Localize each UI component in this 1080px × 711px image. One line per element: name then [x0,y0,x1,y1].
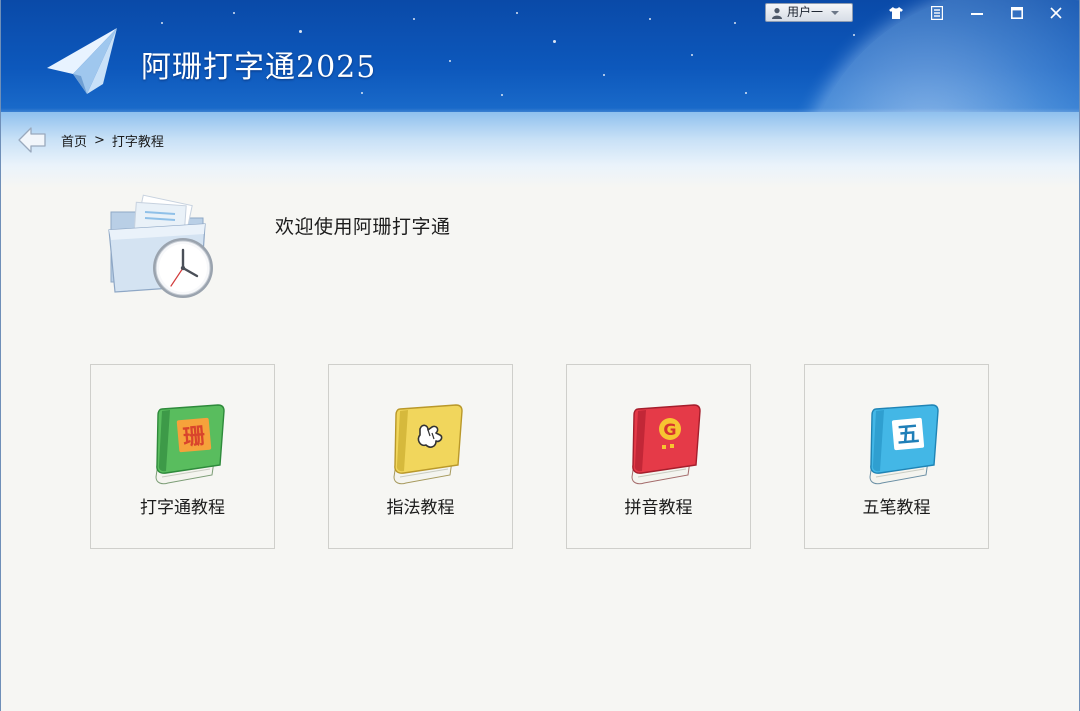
minimize-button[interactable] [964,2,990,24]
card-label: 五笔教程 [862,498,931,518]
feedback-icon [931,6,943,20]
svg-text:珊: 珊 [182,424,206,451]
red-book-icon: G [631,404,701,485]
folder-clock-illustration [108,194,213,298]
user-name: 用户一 [787,5,824,19]
app-logo-icon [47,28,117,94]
close-button[interactable] [1043,2,1069,24]
card-wubi-tutorial[interactable]: 五 五笔教程 [804,364,989,549]
yellow-book-icon [393,404,463,485]
svg-text:五: 五 [896,422,920,449]
app-title: 阿珊打字通2025 [141,50,377,85]
skin-button[interactable] [883,2,909,24]
maximize-button[interactable] [1004,2,1030,24]
back-arrow-icon[interactable] [16,124,48,156]
breadcrumb: 首页 > 打字教程 [61,131,164,150]
user-icon [772,7,782,19]
maximize-icon [1011,7,1023,19]
minimize-icon [971,13,983,15]
breadcrumb-separator: > [94,132,105,148]
card-pinyin-tutorial[interactable]: G 拼音教程 [566,364,751,549]
user-dropdown-button[interactable]: 用户一 [765,3,853,22]
card-label: 指法教程 [386,498,455,518]
welcome-heading: 欢迎使用阿珊打字通 [275,216,451,238]
card-label: 拼音教程 [624,498,693,518]
close-icon [1050,7,1062,19]
skin-icon [889,7,903,19]
card-fingering-tutorial[interactable]: 指法教程 [328,364,513,549]
header-banner: 阿珊打字通2025 用户一 [1,0,1079,188]
app-window: 阿珊打字通2025 用户一 首页 > 打字教程 欢迎使用阿珊打字通 珊 打字通教… [0,0,1080,711]
blue-book-icon: 五 [869,404,939,485]
card-typing-tutorial[interactable]: 珊 打字通教程 [90,364,275,549]
green-book-icon: 珊 [155,404,225,485]
card-label: 打字通教程 [140,498,225,518]
svg-text:G: G [663,420,676,439]
breadcrumb-current: 打字教程 [111,134,164,150]
chevron-down-icon [831,10,840,15]
feedback-button[interactable] [924,2,950,24]
breadcrumb-home-link[interactable]: 首页 [61,131,87,150]
header-glow [1,112,1079,188]
